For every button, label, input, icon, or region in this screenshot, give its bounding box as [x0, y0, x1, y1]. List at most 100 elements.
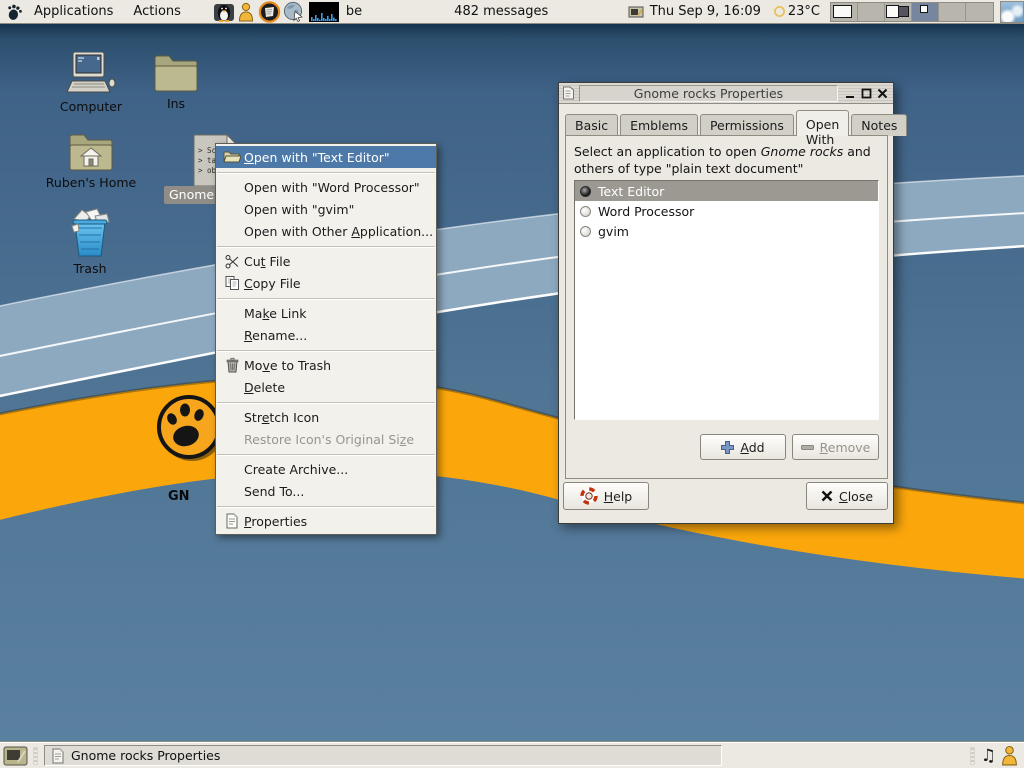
minus-icon [801, 444, 814, 451]
workspace-1[interactable] [831, 3, 858, 21]
clock[interactable]: Thu Sep 9, 16:09 [650, 4, 761, 19]
desktop-icon-home[interactable]: Ruben's Home [48, 132, 134, 190]
instruction-text: Select an application to open Gnome rock… [566, 136, 887, 177]
radio-icon[interactable] [580, 226, 591, 237]
close-window-icon[interactable] [874, 85, 890, 101]
tab-emblems[interactable]: Emblems [620, 114, 698, 136]
tab-permissions[interactable]: Permissions [700, 114, 794, 136]
app-row-word-processor[interactable]: Word Processor [575, 201, 878, 221]
dialog-title: Gnome rocks Properties [579, 85, 838, 102]
desktop-icon-ins[interactable]: Ins [150, 53, 202, 111]
copy-icon [220, 275, 244, 291]
menu-item-create-archive[interactable]: Create Archive... [216, 458, 436, 480]
menu-item-copy-file[interactable]: Copy File [216, 272, 436, 294]
trash-small-icon [220, 357, 244, 373]
menu-item-move-to-trash[interactable]: Move to Trash [216, 354, 436, 376]
menu-item-open-with-other-application[interactable]: Open with Other Application... [216, 220, 436, 242]
sky-applet-icon[interactable] [1000, 1, 1024, 23]
computer-icon [64, 52, 118, 96]
tab-basic[interactable]: Basic [565, 114, 618, 136]
applications-menu[interactable]: Applications [24, 0, 123, 23]
system-monitor-applet[interactable] [309, 2, 339, 22]
menu-separator [217, 506, 435, 507]
computer-label: Computer [60, 99, 122, 114]
remove-button: Remove [792, 434, 879, 460]
menu-item-stretch-icon[interactable]: Stretch Icon [216, 406, 436, 428]
workspace-switcher [830, 2, 994, 22]
menu-item-delete[interactable]: Delete [216, 376, 436, 398]
tab-notes[interactable]: Notes [851, 114, 907, 136]
application-list: Text Editor Word Processor gvim [574, 180, 879, 420]
radio-selected-icon[interactable] [580, 186, 591, 197]
menu-separator [217, 246, 435, 247]
lifebuoy-help-icon [580, 487, 598, 505]
app-row-gvim[interactable]: gvim [575, 221, 878, 241]
gnome-foot-menu-icon[interactable] [6, 3, 24, 21]
workspace-5[interactable] [939, 3, 966, 21]
workspace-4-active[interactable] [912, 3, 939, 21]
workspace-2[interactable] [858, 3, 885, 21]
context-menu: Open with "Text Editor" Open with "Word … [215, 143, 437, 535]
tab-open-with[interactable]: Open With [796, 110, 849, 136]
help-button[interactable]: Help [563, 482, 649, 510]
menu-item-send-to[interactable]: Send To... [216, 480, 436, 502]
menu-separator [217, 172, 435, 173]
show-desktop-button[interactable] [3, 745, 29, 767]
keyboard-layout-indicator[interactable]: be [346, 4, 362, 19]
radio-icon[interactable] [580, 206, 591, 217]
add-button[interactable]: Add [700, 434, 786, 460]
temperature-reading[interactable]: 23°C [788, 4, 820, 19]
menu-item-cut-file[interactable]: Cut File [216, 250, 436, 272]
buddy-person-icon[interactable] [1000, 745, 1019, 766]
folder-icon [153, 53, 199, 93]
panel-grip[interactable] [33, 747, 38, 765]
properties-dialog: Gnome rocks Properties Basic Emblems Per… [558, 82, 894, 524]
trash-label: Trash [73, 261, 106, 276]
buddy-person-icon[interactable] [237, 2, 255, 22]
workspace-6[interactable] [966, 3, 993, 21]
web-browser-globe-icon[interactable] [283, 1, 304, 22]
menu-item-rename[interactable]: Rename... [216, 324, 436, 346]
home-label: Ruben's Home [46, 175, 136, 190]
bottom-panel: Gnome rocks Properties ♫ [0, 742, 1024, 768]
menu-separator [217, 350, 435, 351]
desktop-icon-trash[interactable]: Trash [62, 208, 118, 276]
ins-label: Ins [167, 96, 185, 111]
maximize-button[interactable] [858, 85, 874, 101]
menu-separator [217, 402, 435, 403]
menu-item-restore-icon-original-size: Restore Icon's Original Size [216, 428, 436, 450]
mail-messages-applet[interactable]: 482 messages [454, 4, 548, 19]
taskbar-window-button[interactable]: Gnome rocks Properties [44, 745, 722, 766]
panel-grip[interactable] [970, 747, 975, 765]
scissors-icon [220, 254, 244, 269]
dialog-titlebar[interactable]: Gnome rocks Properties [559, 83, 893, 104]
menu-item-properties[interactable]: Properties [216, 510, 436, 532]
top-panel: Applications Actions be 482 messages Thu… [0, 0, 1024, 24]
open-with-tab-page: Select an application to open Gnome rock… [565, 135, 888, 479]
sun-weather-icon [773, 5, 786, 18]
menu-separator [217, 454, 435, 455]
app-row-text-editor[interactable]: Text Editor [575, 181, 878, 201]
trash-icon [66, 208, 114, 258]
calendar-icon[interactable] [628, 4, 645, 20]
round-orange-applet-icon[interactable] [258, 1, 281, 23]
menu-item-open-with-word-processor[interactable]: Open with "Word Processor" [216, 176, 436, 198]
workspace-3[interactable] [885, 3, 912, 21]
menu-item-make-link[interactable]: Make Link [216, 302, 436, 324]
menu-item-open-with-gvim[interactable]: Open with "gvim" [216, 198, 436, 220]
svg-text:> ob: > ob [198, 166, 217, 175]
taskbar-window-label: Gnome rocks Properties [71, 748, 220, 763]
document-icon [51, 748, 65, 764]
minimize-button[interactable] [842, 85, 858, 101]
actions-menu[interactable]: Actions [123, 0, 191, 23]
gnome-logo-label: GN [168, 489, 190, 504]
svg-text:> Sc: > Sc [198, 146, 216, 155]
desktop-icon-computer[interactable]: Computer [56, 52, 126, 114]
menu-separator [217, 298, 435, 299]
music-note-icon[interactable]: ♫ [981, 746, 996, 766]
dialog-tab-bar: Basic Emblems Permissions Open With Note… [565, 110, 909, 136]
window-menu-document-icon[interactable] [562, 86, 575, 100]
menu-item-open-with-text-editor[interactable]: Open with "Text Editor" [216, 146, 436, 168]
terminal-penguin-icon[interactable] [213, 2, 235, 22]
close-button[interactable]: Close [806, 482, 888, 510]
